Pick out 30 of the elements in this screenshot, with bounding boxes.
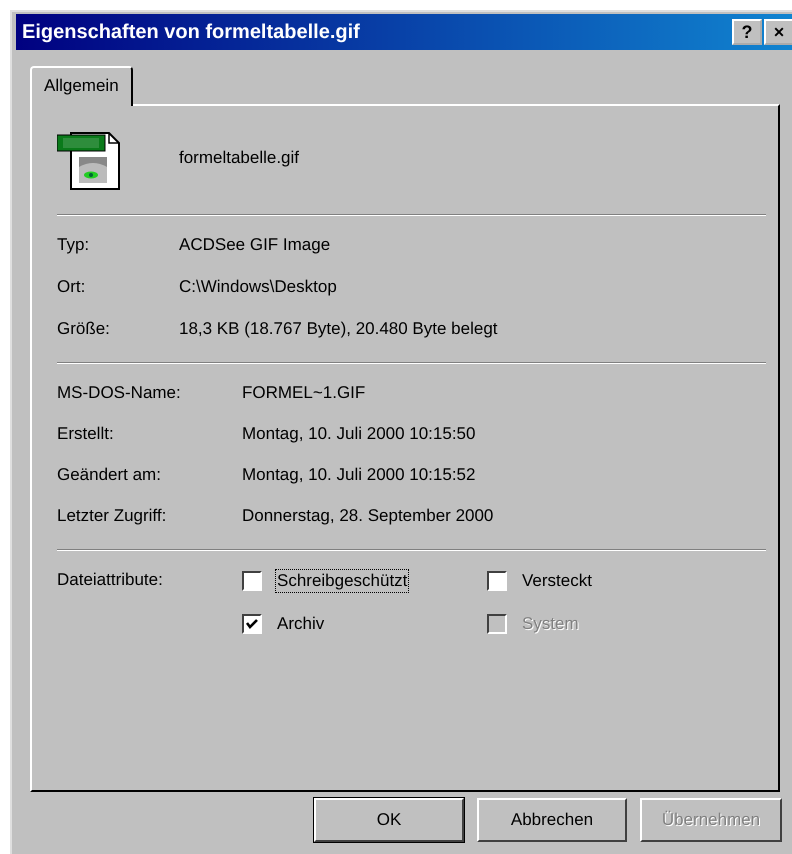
field-label: Geändert am: — [57, 464, 162, 486]
field-label: Erstellt: — [57, 423, 115, 445]
field-label: Typ: — [57, 234, 90, 256]
field-value: C:\Windows\Desktop — [179, 276, 338, 298]
close-button[interactable]: × — [764, 19, 792, 45]
checkbox-label[interactable]: Versteckt — [520, 569, 594, 593]
tab[interactable]: Allgemein — [30, 66, 133, 106]
field-value: Donnerstag, 28. September 2000 — [242, 505, 494, 527]
dialog-button[interactable]: Abbrechen — [477, 798, 627, 842]
field-value: Montag, 10. Juli 2000 10:15:52 — [242, 464, 476, 486]
field-label: Dateiattribute: — [57, 569, 164, 591]
dialog-button[interactable]: OK — [314, 798, 464, 842]
field-value: ACDSee GIF Image — [179, 234, 332, 256]
checkbox-label[interactable]: Schreibgeschützt — [275, 569, 410, 593]
checkbox[interactable] — [242, 614, 262, 634]
help-button[interactable]: ? — [732, 19, 762, 45]
checkmark-icon — [245, 618, 259, 630]
field-value: FORMEL~1.GIF — [242, 382, 366, 404]
field-label: Größe: — [57, 318, 111, 340]
checkbox[interactable] — [242, 571, 262, 591]
checkbox[interactable] — [487, 571, 507, 591]
field-value: Montag, 10. Juli 2000 10:15:50 — [242, 423, 476, 445]
file-name: formeltabelle.gif — [179, 148, 300, 168]
field-label: MS-DOS-Name: — [57, 382, 182, 404]
checkbox-label[interactable]: Archiv — [275, 612, 326, 636]
field-value: 18,3 KB (18.767 Byte), 20.480 Byte belegt — [179, 318, 498, 340]
window-title: Eigenschaften von formeltabelle.gif — [22, 20, 360, 44]
gif-file-icon — [57, 129, 121, 191]
field-label: Letzter Zugriff: — [57, 505, 168, 527]
field-label: Ort: — [57, 276, 86, 298]
